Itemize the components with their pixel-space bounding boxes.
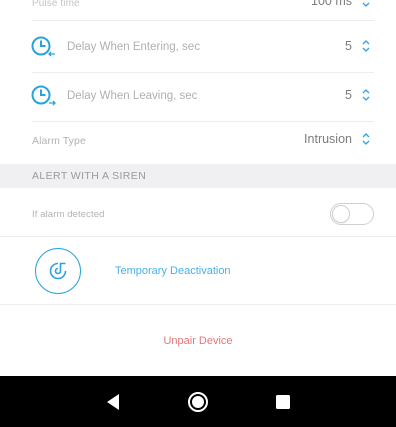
toggle-knob xyxy=(332,205,350,223)
divider xyxy=(0,236,396,237)
alarm-type-value: Intrusion xyxy=(304,132,352,146)
unpair-device-button[interactable]: Unpair Device xyxy=(163,335,232,347)
section-title: ALERT WITH A SIREN xyxy=(32,170,147,182)
chevron-up-down-icon[interactable] xyxy=(360,132,372,146)
clock-arrow-right-icon xyxy=(31,84,57,108)
pulse-time-control[interactable]: 100 ms xyxy=(311,0,372,8)
siren-section-header: ALERT WITH A SIREN xyxy=(0,164,396,188)
home-icon[interactable] xyxy=(183,387,213,417)
deactivation-icon[interactable] xyxy=(35,248,81,294)
temporary-deactivation-link[interactable]: Temporary Deactivation xyxy=(115,265,231,277)
navigation-bar xyxy=(0,376,396,427)
delay-leaving-control[interactable]: 5 xyxy=(345,88,372,102)
divider xyxy=(0,304,396,305)
delay-leaving-value: 5 xyxy=(345,88,352,102)
if-alarm-detected-row[interactable]: If alarm detected xyxy=(0,202,396,226)
chevron-up-down-icon[interactable] xyxy=(360,39,372,53)
pulse-time-value: 100 ms xyxy=(311,0,352,8)
chevron-up-down-icon[interactable] xyxy=(360,0,372,7)
delay-entering-value: 5 xyxy=(345,39,352,53)
pulse-time-label: Pulse time xyxy=(32,0,80,9)
delay-entering-control[interactable]: 5 xyxy=(345,39,372,53)
clock-arrow-left-icon xyxy=(31,35,57,59)
alarm-type-row[interactable]: Alarm Type Intrusion xyxy=(0,130,396,152)
pulse-time-row[interactable]: Pulse time 100 ms xyxy=(0,0,396,12)
delay-leaving-row[interactable]: Delay When Leaving, sec 5 xyxy=(0,79,396,113)
delay-leaving-label: Delay When Leaving, sec xyxy=(67,90,198,102)
back-icon[interactable] xyxy=(98,387,128,417)
if-alarm-detected-label: If alarm detected xyxy=(32,208,105,220)
recents-icon[interactable] xyxy=(268,387,298,417)
divider xyxy=(32,121,374,122)
if-alarm-detected-toggle[interactable] xyxy=(330,203,374,225)
unpair-device-row[interactable]: Unpair Device xyxy=(0,330,396,352)
alarm-type-control[interactable]: Intrusion xyxy=(304,132,372,146)
delay-entering-label: Delay When Entering, sec xyxy=(67,41,200,53)
temporary-deactivation-row[interactable]: Temporary Deactivation xyxy=(0,246,396,296)
alarm-type-label: Alarm Type xyxy=(32,135,86,147)
divider xyxy=(32,20,374,21)
divider xyxy=(32,72,374,73)
chevron-up-down-icon[interactable] xyxy=(360,88,372,102)
delay-entering-row[interactable]: Delay When Entering, sec 5 xyxy=(0,30,396,64)
